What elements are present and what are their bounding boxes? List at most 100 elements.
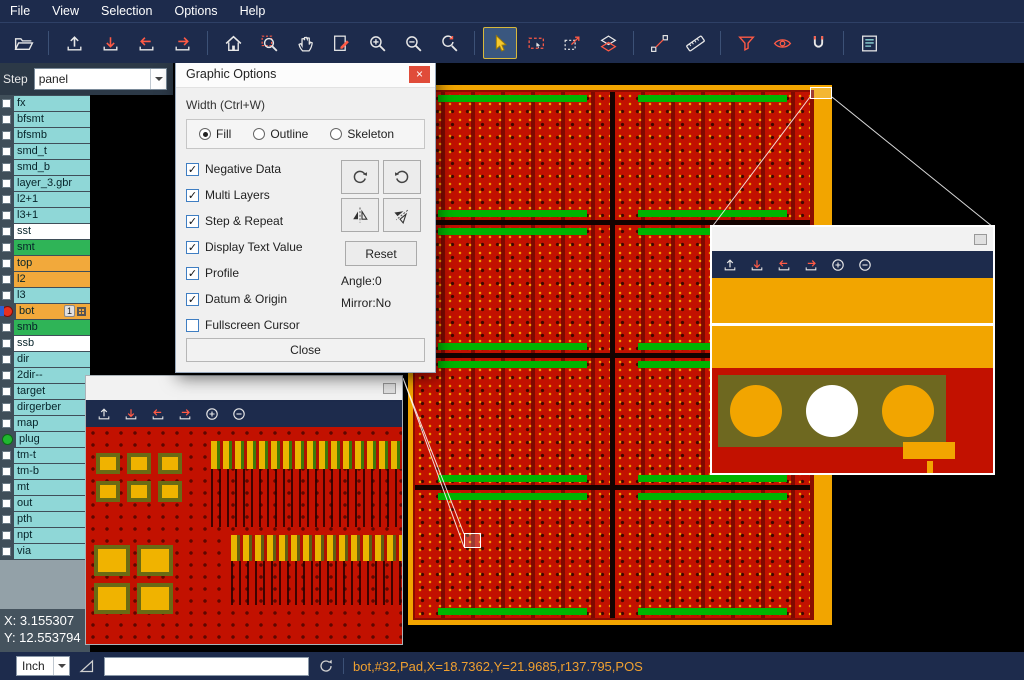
layer-row-ssb[interactable]: ssb [0, 335, 90, 351]
layer-label[interactable]: via [14, 544, 90, 559]
select-cursor-button[interactable] [483, 27, 517, 59]
layer-checkbox[interactable] [2, 499, 11, 508]
layer-checkbox[interactable] [2, 227, 11, 236]
layer-row-target[interactable]: target [0, 383, 90, 399]
layer-checkbox[interactable] [2, 147, 11, 156]
checkbox-datum-origin[interactable]: Datum & Origin [186, 292, 337, 306]
eye-button[interactable] [765, 27, 799, 59]
checkbox-display-text-value[interactable]: Display Text Value [186, 240, 337, 254]
radio-fill[interactable]: Fill [199, 127, 231, 141]
layer-label[interactable]: dir [14, 352, 90, 367]
import-down-button[interactable] [120, 403, 142, 425]
circle-plus-button[interactable] [201, 403, 223, 425]
checkbox-profile[interactable]: Profile [186, 266, 337, 280]
layer-label[interactable]: bfsmt [14, 112, 90, 127]
magnifier-left-titlebar[interactable] [86, 376, 402, 400]
layer-row-l3[interactable]: l3 [0, 287, 90, 303]
layer-row-smb[interactable]: smb [0, 319, 90, 335]
layer-row-mt[interactable]: mt [0, 479, 90, 495]
layer-row-bot[interactable]: bot1 [0, 303, 90, 319]
layer-row-smt[interactable]: smt [0, 239, 90, 255]
layer-checkbox[interactable] [2, 243, 11, 252]
layer-row-l2+1[interactable]: l2+1 [0, 191, 90, 207]
unit-select[interactable]: Inch [16, 656, 70, 676]
layer-label[interactable]: l2 [14, 272, 90, 287]
layer-checkbox[interactable] [2, 275, 11, 284]
layer-label[interactable]: npt [14, 528, 90, 543]
layer-label[interactable]: 2dir-- [14, 368, 90, 383]
reset-button[interactable]: Reset [345, 241, 417, 266]
layers-compare-button[interactable] [591, 27, 625, 59]
import-left-button[interactable] [129, 27, 163, 59]
green-dot-indicator[interactable] [2, 434, 13, 445]
transform-select-button[interactable] [555, 27, 589, 59]
dialog-close-button[interactable]: Close [186, 338, 425, 362]
layer-checkbox[interactable] [2, 547, 11, 556]
mirror-horizontal-button[interactable] [341, 198, 379, 232]
checkbox-fullscreen-cursor[interactable]: Fullscreen Cursor [186, 318, 337, 332]
zoom-reset-button[interactable] [432, 27, 466, 59]
circle-minus-button[interactable] [854, 254, 876, 276]
layer-checkbox[interactable] [2, 211, 11, 220]
menu-selection[interactable]: Selection [101, 4, 152, 18]
open-folder-button[interactable] [6, 27, 40, 59]
layer-row-l3+1[interactable]: l3+1 [0, 207, 90, 223]
zoom-region-button[interactable] [252, 27, 286, 59]
layer-checkbox[interactable] [2, 291, 11, 300]
layer-checkbox[interactable] [2, 339, 11, 348]
layer-checkbox[interactable] [2, 531, 11, 540]
radio-outline[interactable]: Outline [253, 127, 308, 141]
dialog-titlebar[interactable]: Graphic Options × [176, 61, 435, 88]
layer-label[interactable]: bot1 [16, 304, 90, 319]
import-up-button[interactable] [719, 254, 741, 276]
magnifier-left-menu-button[interactable] [383, 383, 396, 394]
layer-row-dirgerber[interactable]: dirgerber [0, 399, 90, 415]
layer-row-smd_b[interactable]: smd_b [0, 159, 90, 175]
layer-checkbox[interactable] [2, 115, 11, 124]
layer-row-2dir--[interactable]: 2dir-- [0, 367, 90, 383]
measure-line-button[interactable] [642, 27, 676, 59]
magnet-button[interactable] [801, 27, 835, 59]
layer-checkbox[interactable] [2, 387, 11, 396]
menu-file[interactable]: File [10, 4, 30, 18]
layer-row-via[interactable]: via [0, 543, 90, 559]
layer-label[interactable]: sst [14, 224, 90, 239]
layer-label[interactable]: ssb [14, 336, 90, 351]
dialog-close-icon[interactable]: × [409, 66, 430, 83]
radio-skeleton[interactable]: Skeleton [330, 127, 394, 141]
mirror-diagonal-button[interactable] [383, 198, 421, 232]
layer-checkbox[interactable] [2, 371, 11, 380]
layer-checkbox[interactable] [2, 179, 11, 188]
menu-help[interactable]: Help [240, 4, 266, 18]
layer-label[interactable]: plug [16, 432, 90, 447]
layer-label[interactable]: out [14, 496, 90, 511]
layer-row-dir[interactable]: dir [0, 351, 90, 367]
command-input[interactable] [104, 657, 309, 676]
import-left-button[interactable] [147, 403, 169, 425]
filter-button[interactable] [729, 27, 763, 59]
export-right-button[interactable] [174, 403, 196, 425]
layer-row-bfsmb[interactable]: bfsmb [0, 127, 90, 143]
import-down-button[interactable] [746, 254, 768, 276]
layer-label[interactable]: smd_b [14, 160, 90, 175]
layer-checkbox[interactable] [2, 131, 11, 140]
refresh-icon[interactable] [318, 658, 334, 674]
rotate-cw-button[interactable] [341, 160, 379, 194]
checkbox-negative-data[interactable]: Negative Data [186, 162, 337, 176]
layer-row-map[interactable]: map [0, 415, 90, 431]
layer-checkbox[interactable] [2, 323, 11, 332]
rect-select-button[interactable] [519, 27, 553, 59]
layer-label[interactable]: l3 [14, 288, 90, 303]
import-up-button[interactable] [57, 27, 91, 59]
layer-row-out[interactable]: out [0, 495, 90, 511]
menu-view[interactable]: View [52, 4, 79, 18]
layer-label[interactable]: l3+1 [14, 208, 90, 223]
layer-checkbox[interactable] [2, 355, 11, 364]
layer-label[interactable]: smt [14, 240, 90, 255]
layer-checkbox[interactable] [2, 419, 11, 428]
layer-label[interactable]: top [14, 256, 90, 271]
layer-row-npt[interactable]: npt [0, 527, 90, 543]
layer-label[interactable]: smb [14, 320, 90, 335]
layer-row-sst[interactable]: sst [0, 223, 90, 239]
layer-row-top[interactable]: top [0, 255, 90, 271]
